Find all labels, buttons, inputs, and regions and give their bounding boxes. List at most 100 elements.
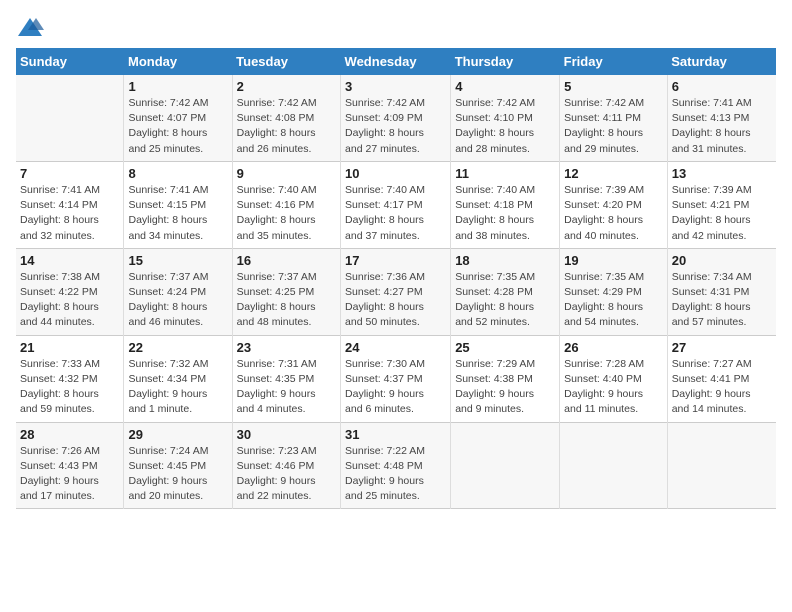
calendar-day-cell: 8 Sunrise: 7:41 AM Sunset: 4:15 PM Daylig… — [124, 161, 232, 248]
calendar-week-row: 28 Sunrise: 7:26 AM Sunset: 4:43 PM Dayli… — [16, 422, 776, 509]
day-number: 30 — [237, 427, 336, 442]
day-info: Sunrise: 7:39 AM Sunset: 4:21 PM Dayligh… — [672, 183, 772, 244]
calendar-week-row: 14Sunrise: 7:38 AM Sunset: 4:22 PM Dayli… — [16, 248, 776, 335]
calendar-day-cell: 18 Sunrise: 7:35 AM Sunset: 4:28 PM Dayli… — [451, 248, 560, 335]
day-info: Sunrise: 7:40 AM Sunset: 4:18 PM Dayligh… — [455, 183, 555, 244]
day-of-week-header: Thursday — [451, 48, 560, 75]
day-number: 21 — [20, 340, 119, 355]
day-info: Sunrise: 7:42 AM Sunset: 4:09 PM Dayligh… — [345, 96, 446, 157]
calendar-day-cell — [16, 75, 124, 161]
calendar-day-cell — [451, 422, 560, 509]
day-number: 5 — [564, 79, 663, 94]
day-info: Sunrise: 7:39 AM Sunset: 4:20 PM Dayligh… — [564, 183, 663, 244]
calendar-day-cell: 13 Sunrise: 7:39 AM Sunset: 4:21 PM Dayli… — [667, 161, 776, 248]
calendar-table: SundayMondayTuesdayWednesdayThursdayFrid… — [16, 48, 776, 509]
day-number: 16 — [237, 253, 336, 268]
day-info: Sunrise: 7:35 AM Sunset: 4:29 PM Dayligh… — [564, 270, 663, 331]
day-info: Sunrise: 7:35 AM Sunset: 4:28 PM Dayligh… — [455, 270, 555, 331]
calendar-day-cell: 4Sunrise: 7:42 AM Sunset: 4:10 PM Daylig… — [451, 75, 560, 161]
day-info: Sunrise: 7:32 AM Sunset: 4:34 PM Dayligh… — [128, 357, 227, 418]
day-number: 20 — [672, 253, 772, 268]
day-number: 15 — [128, 253, 227, 268]
day-number: 24 — [345, 340, 446, 355]
day-info: Sunrise: 7:30 AM Sunset: 4:37 PM Dayligh… — [345, 357, 446, 418]
calendar-day-cell: 10 Sunrise: 7:40 AM Sunset: 4:17 PM Dayli… — [341, 161, 451, 248]
calendar-day-cell: 23Sunrise: 7:31 AM Sunset: 4:35 PM Dayli… — [232, 335, 340, 422]
day-info: Sunrise: 7:37 AM Sunset: 4:25 PM Dayligh… — [237, 270, 336, 331]
day-number: 18 — [455, 253, 555, 268]
day-number: 28 — [20, 427, 119, 442]
calendar-day-cell: 28 Sunrise: 7:26 AM Sunset: 4:43 PM Dayli… — [16, 422, 124, 509]
calendar-day-cell: 30 Sunrise: 7:23 AM Sunset: 4:46 PM Dayli… — [232, 422, 340, 509]
day-of-week-header: Saturday — [667, 48, 776, 75]
calendar-day-cell: 3 Sunrise: 7:42 AM Sunset: 4:09 PM Daylig… — [341, 75, 451, 161]
day-number: 1 — [128, 79, 227, 94]
day-number: 6 — [672, 79, 772, 94]
day-info: Sunrise: 7:36 AM Sunset: 4:27 PM Dayligh… — [345, 270, 446, 331]
calendar-day-cell: 27 Sunrise: 7:27 AM Sunset: 4:41 PM Dayli… — [667, 335, 776, 422]
calendar-day-cell: 19 Sunrise: 7:35 AM Sunset: 4:29 PM Dayli… — [560, 248, 668, 335]
day-info: Sunrise: 7:42 AM Sunset: 4:11 PM Dayligh… — [564, 96, 663, 157]
day-info: Sunrise: 7:22 AM Sunset: 4:48 PM Dayligh… — [345, 444, 446, 505]
page-header — [16, 16, 776, 38]
calendar-day-cell: 21 Sunrise: 7:33 AM Sunset: 4:32 PM Dayli… — [16, 335, 124, 422]
calendar-day-cell — [667, 422, 776, 509]
calendar-day-cell: 2Sunrise: 7:42 AM Sunset: 4:08 PM Daylig… — [232, 75, 340, 161]
day-info: Sunrise: 7:26 AM Sunset: 4:43 PM Dayligh… — [20, 444, 119, 505]
day-number: 31 — [345, 427, 446, 442]
calendar-week-row: 21 Sunrise: 7:33 AM Sunset: 4:32 PM Dayli… — [16, 335, 776, 422]
calendar-day-cell: 9 Sunrise: 7:40 AM Sunset: 4:16 PM Daylig… — [232, 161, 340, 248]
calendar-day-cell: 11 Sunrise: 7:40 AM Sunset: 4:18 PM Dayli… — [451, 161, 560, 248]
calendar-day-cell: 25Sunrise: 7:29 AM Sunset: 4:38 PM Dayli… — [451, 335, 560, 422]
calendar-day-cell: 7Sunrise: 7:41 AM Sunset: 4:14 PM Daylig… — [16, 161, 124, 248]
day-info: Sunrise: 7:40 AM Sunset: 4:16 PM Dayligh… — [237, 183, 336, 244]
calendar-day-cell: 1Sunrise: 7:42 AM Sunset: 4:07 PM Daylig… — [124, 75, 232, 161]
day-info: Sunrise: 7:33 AM Sunset: 4:32 PM Dayligh… — [20, 357, 119, 418]
day-info: Sunrise: 7:40 AM Sunset: 4:17 PM Dayligh… — [345, 183, 446, 244]
calendar-week-row: 1Sunrise: 7:42 AM Sunset: 4:07 PM Daylig… — [16, 75, 776, 161]
day-number: 9 — [237, 166, 336, 181]
day-info: Sunrise: 7:41 AM Sunset: 4:15 PM Dayligh… — [128, 183, 227, 244]
day-number: 10 — [345, 166, 446, 181]
day-number: 22 — [128, 340, 227, 355]
calendar-day-cell: 5 Sunrise: 7:42 AM Sunset: 4:11 PM Daylig… — [560, 75, 668, 161]
day-number: 3 — [345, 79, 446, 94]
day-info: Sunrise: 7:37 AM Sunset: 4:24 PM Dayligh… — [128, 270, 227, 331]
calendar-day-cell: 26Sunrise: 7:28 AM Sunset: 4:40 PM Dayli… — [560, 335, 668, 422]
calendar-day-cell: 12 Sunrise: 7:39 AM Sunset: 4:20 PM Dayli… — [560, 161, 668, 248]
day-number: 7 — [20, 166, 119, 181]
day-number: 29 — [128, 427, 227, 442]
day-number: 17 — [345, 253, 446, 268]
calendar-day-cell: 15 Sunrise: 7:37 AM Sunset: 4:24 PM Dayli… — [124, 248, 232, 335]
calendar-header-row: SundayMondayTuesdayWednesdayThursdayFrid… — [16, 48, 776, 75]
calendar-day-cell — [560, 422, 668, 509]
day-info: Sunrise: 7:28 AM Sunset: 4:40 PM Dayligh… — [564, 357, 663, 418]
day-number: 19 — [564, 253, 663, 268]
day-info: Sunrise: 7:24 AM Sunset: 4:45 PM Dayligh… — [128, 444, 227, 505]
day-number: 12 — [564, 166, 663, 181]
day-info: Sunrise: 7:41 AM Sunset: 4:13 PM Dayligh… — [672, 96, 772, 157]
day-info: Sunrise: 7:42 AM Sunset: 4:08 PM Dayligh… — [237, 96, 336, 157]
calendar-day-cell: 14Sunrise: 7:38 AM Sunset: 4:22 PM Dayli… — [16, 248, 124, 335]
calendar-day-cell: 31 Sunrise: 7:22 AM Sunset: 4:48 PM Dayli… — [341, 422, 451, 509]
calendar-day-cell: 20Sunrise: 7:34 AM Sunset: 4:31 PM Dayli… — [667, 248, 776, 335]
day-info: Sunrise: 7:23 AM Sunset: 4:46 PM Dayligh… — [237, 444, 336, 505]
day-of-week-header: Monday — [124, 48, 232, 75]
day-info: Sunrise: 7:27 AM Sunset: 4:41 PM Dayligh… — [672, 357, 772, 418]
calendar-week-row: 7Sunrise: 7:41 AM Sunset: 4:14 PM Daylig… — [16, 161, 776, 248]
day-number: 11 — [455, 166, 555, 181]
calendar-day-cell: 16 Sunrise: 7:37 AM Sunset: 4:25 PM Dayli… — [232, 248, 340, 335]
logo — [16, 16, 48, 38]
day-number: 27 — [672, 340, 772, 355]
day-of-week-header: Wednesday — [341, 48, 451, 75]
calendar-day-cell: 24 Sunrise: 7:30 AM Sunset: 4:37 PM Dayli… — [341, 335, 451, 422]
day-number: 13 — [672, 166, 772, 181]
calendar-day-cell: 17 Sunrise: 7:36 AM Sunset: 4:27 PM Dayli… — [341, 248, 451, 335]
day-number: 4 — [455, 79, 555, 94]
day-number: 8 — [128, 166, 227, 181]
day-info: Sunrise: 7:29 AM Sunset: 4:38 PM Dayligh… — [455, 357, 555, 418]
day-of-week-header: Sunday — [16, 48, 124, 75]
day-number: 23 — [237, 340, 336, 355]
day-number: 14 — [20, 253, 119, 268]
day-of-week-header: Tuesday — [232, 48, 340, 75]
